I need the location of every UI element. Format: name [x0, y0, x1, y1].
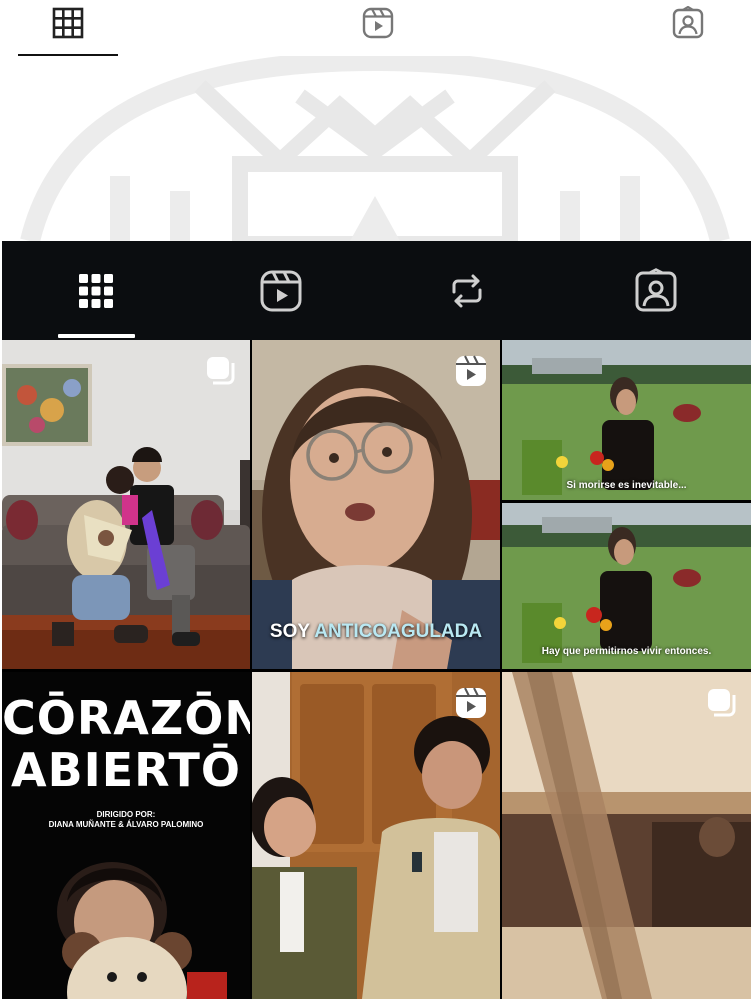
post-thumbnail-7[interactable]	[502, 672, 751, 999]
active-tab-indicator-dark	[58, 334, 135, 338]
poster-credit-line-1: DIRIGIDO POR:	[96, 810, 156, 819]
reels-icon	[456, 355, 486, 386]
tab-tagged[interactable]	[638, 0, 738, 46]
repost-icon	[452, 274, 482, 307]
post-image-wooden-interior	[502, 672, 751, 999]
carousel-icon	[708, 689, 736, 717]
tab-posts[interactable]	[18, 0, 118, 46]
overlay-text-prefix: SOY	[269, 621, 315, 642]
active-tab-indicator	[18, 54, 118, 56]
post-thumbnail-5[interactable]: CŌRAZŌN ABIERTŌ DIRIGIDO POR: DIANA MUÑA…	[2, 672, 250, 999]
grid-icon	[79, 273, 113, 308]
background-watermark	[0, 56, 751, 241]
carousel-icon	[207, 357, 235, 385]
tab-tagged-dark[interactable]	[606, 241, 706, 340]
poster-title: CŌRAZŌN ABIERTŌ	[2, 692, 250, 796]
post-thumbnail-3[interactable]: Si morirse es inevitable...	[502, 340, 751, 500]
poster-title-line-1: CŌRAZŌN	[2, 691, 250, 745]
tagged-icon	[635, 267, 677, 311]
post-image-cemetery-1	[502, 340, 751, 500]
post-caption-4: Hay que permitirnos vivir entonces.	[541, 646, 712, 657]
grid-icon	[52, 7, 84, 39]
post-image-cemetery-2	[502, 503, 751, 669]
overlay-text-accent: ANTICOAGULADA	[314, 621, 483, 642]
post-image-couple-sofa	[2, 340, 250, 669]
post-overlay-text: SOY ANTICOAGULADA	[252, 621, 500, 643]
reels-icon	[260, 270, 302, 311]
post-grid: SOY ANTICOAGULADA Si morirse es inevitab…	[2, 340, 751, 999]
poster-credit-line-2: DIANA MUÑANTE & ÁLVARO PALOMINO	[48, 820, 204, 829]
tab-reposts-dark[interactable]	[417, 241, 517, 340]
tab-reels-dark[interactable]	[231, 241, 331, 340]
tab-posts-dark[interactable]	[46, 241, 146, 340]
post-image-two-laughing	[252, 672, 500, 999]
post-caption-3: Si morirse es inevitable...	[566, 480, 687, 491]
profile-tabs-light	[0, 0, 751, 56]
post-thumbnail-4[interactable]: Hay que permitirnos vivir entonces.	[502, 503, 751, 669]
poster-title-line-2: ABIERTŌ	[10, 743, 242, 797]
poster-credit: DIRIGIDO POR: DIANA MUÑANTE & ÁLVARO PAL…	[2, 810, 250, 830]
post-thumbnail-6[interactable]	[252, 672, 500, 999]
tagged-icon	[672, 6, 704, 39]
post-thumbnail-1[interactable]	[2, 340, 250, 669]
reels-icon	[456, 687, 486, 718]
reels-icon	[362, 7, 394, 39]
post-thumbnail-2[interactable]: SOY ANTICOAGULADA	[252, 340, 500, 669]
profile-tabs-dark	[2, 241, 751, 340]
post-image-girl-glasses	[252, 340, 500, 669]
tab-reels[interactable]	[328, 0, 428, 46]
university-seal-watermark	[20, 56, 730, 241]
